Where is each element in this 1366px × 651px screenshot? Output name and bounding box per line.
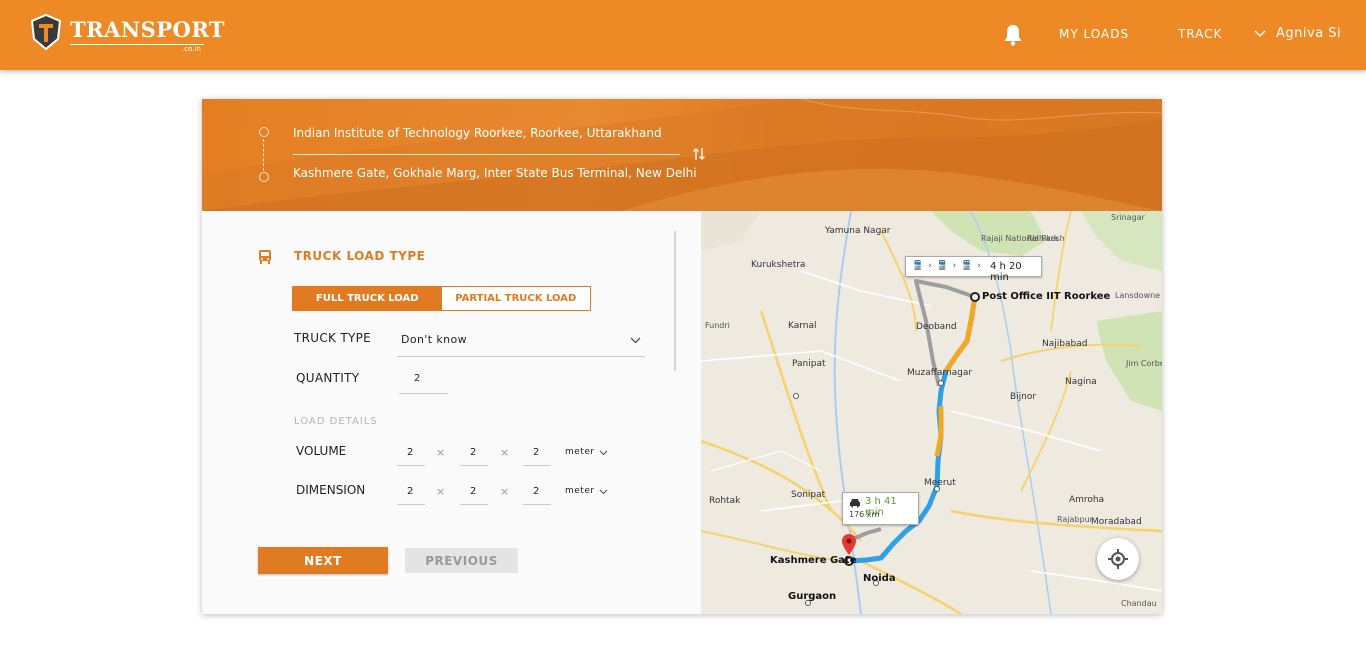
volume-input-3[interactable]: 2 [523,440,551,466]
truck-type-select[interactable]: Don't know [397,324,645,357]
truck-icon [259,250,271,264]
multiply-sign: × [436,485,446,498]
form-scrollbar[interactable] [674,231,676,371]
volume-value-1: 2 [407,447,414,458]
crosshair-icon [1108,549,1128,569]
brand-name: TRANSPORT [70,17,226,42]
train-icons: 🚆 › 🚆 › 🚆 › [912,261,982,271]
dimension-input-3[interactable]: 2 [523,479,551,505]
map-end-label: Kashmere Gate [770,555,857,566]
map-place-kurukshetra: Kurukshetra [751,260,806,270]
map-place-amroha: Amroha [1069,495,1105,505]
nav-my-loads-link[interactable]: MY LOADS [1059,27,1129,41]
chevron-down-icon[interactable] [599,489,608,495]
train-duration: 4 h 20 min [990,261,1022,283]
car-distance: 176 km [849,510,880,519]
route-map[interactable]: Yamuna Nagar Kurukshetra Karnal Panipat … [701,211,1162,614]
chevron-down-icon[interactable] [599,450,608,456]
full-truck-load-button[interactable]: FULL TRUCK LOAD [293,287,442,310]
map-place-jim-corbett: Jim Corbe [1126,359,1162,368]
multiply-sign: × [500,485,510,498]
map-place-srinagar: Srinagar [1111,213,1145,222]
volume-value-2: 2 [470,447,477,458]
map-place-najibabad: Najibabad [1042,339,1088,349]
route-connector [263,139,264,171]
previous-button[interactable]: PREVIOUS [405,548,518,573]
dimension-value-1: 2 [407,486,414,497]
dimension-value-3: 2 [533,486,540,497]
map-place-gurgaon: Gurgaon [788,591,837,602]
logo-shield-icon [30,14,62,50]
next-button[interactable]: NEXT [258,547,388,574]
volume-input-2[interactable]: 2 [460,440,488,466]
dimension-unit-select[interactable]: meter [565,486,595,496]
origin-address[interactable]: Indian Institute of Technology Roorkee, … [293,126,662,140]
brand-domain: .co.in [182,45,201,53]
volume-label: VOLUME [296,444,347,458]
map-place-panipat: Panipat [792,359,826,369]
map-place-noida: Noida [863,573,896,584]
destination-dot [259,172,269,182]
map-place-yamuna-nagar: Yamuna Nagar [825,226,891,236]
train-route-info[interactable]: 🚆 › 🚆 › 🚆 › 4 h 20 min [905,256,1042,283]
car-route-info[interactable]: 3 h 41 min 176 km [842,492,919,525]
swap-arrows-icon[interactable] [692,147,706,161]
car-icon [850,499,860,508]
banner-landscape-graphic [202,99,1162,211]
map-place-nagina: Nagina [1065,377,1097,387]
load-form-panel: TRUCK LOAD TYPE FULL TRUCK LOAD PARTIAL … [202,211,702,614]
chevron-down-icon [630,337,641,344]
map-place-bijnor: Bijnor [1010,392,1037,402]
load-details-heading: LOAD DETAILS [294,416,378,427]
destination-address[interactable]: Kashmere Gate, Gokhale Marg, Inter State… [293,166,697,180]
map-start-label: Post Office IIT Roorkee [982,291,1111,302]
notification-bell-icon[interactable] [1003,24,1023,46]
booking-card: Indian Institute of Technology Roorkee, … [202,99,1162,614]
route-separator [293,154,680,155]
map-place-muzaffarnagar: Muzaffarnagar [907,368,973,378]
quantity-label: QUANTITY [296,371,360,385]
dimension-row: DIMENSION 2 × 2 × 2 meter [202,475,702,505]
dimension-input-1[interactable]: 2 [397,479,425,505]
truck-type-label: TRUCK TYPE [294,331,371,345]
map-place-lansdowne: Lansdowne [1115,291,1161,300]
map-place-chandau: Chandau [1121,599,1157,608]
partial-truck-load-button[interactable]: PARTIAL TRUCK LOAD [441,287,590,310]
map-place-fundri: Fundri [705,321,730,330]
transport-logo[interactable]: TRANSPORT .co.in [30,13,225,53]
dimension-label: DIMENSION [296,483,366,497]
map-place-moradabad: Moradabad [1091,517,1142,527]
top-navigation-bar: TRANSPORT .co.in MY LOADS TRACK Agniva S… [0,0,1366,70]
map-place-rajabpur: Rajabpur [1057,515,1093,524]
user-menu-chevron-icon[interactable] [1254,30,1266,38]
quantity-value: 2 [414,373,421,384]
quantity-input[interactable]: 2 [399,364,448,394]
truck-type-value: Don't know [401,333,468,346]
volume-row: VOLUME 2 × 2 × 2 meter [202,436,702,466]
map-place-karnal: Karnal [788,321,817,331]
user-name[interactable]: Agniva Si [1276,26,1341,41]
route-banner: Indian Institute of Technology Roorkee, … [202,99,1162,211]
volume-input-1[interactable]: 2 [397,440,425,466]
volume-unit-select[interactable]: meter [565,447,595,457]
map-place-meerut: Meerut [924,478,956,488]
nav-track-link[interactable]: TRACK [1178,27,1222,41]
my-location-button[interactable] [1097,538,1139,580]
map-place-rohtak: Rohtak [709,496,741,506]
load-type-toggle: FULL TRUCK LOAD PARTIAL TRUCK LOAD [292,286,591,311]
map-place-rishikesh: Rishikesh [1027,234,1065,243]
volume-value-3: 2 [533,447,540,458]
origin-dot [259,127,269,137]
multiply-sign: × [436,446,446,459]
map-place-deoband: Deoband [916,322,957,332]
truck-load-type-heading: TRUCK LOAD TYPE [294,249,426,263]
multiply-sign: × [500,446,510,459]
dimension-value-2: 2 [470,486,477,497]
map-place-sonipat: Sonipat [791,490,826,500]
dimension-input-2[interactable]: 2 [460,479,488,505]
